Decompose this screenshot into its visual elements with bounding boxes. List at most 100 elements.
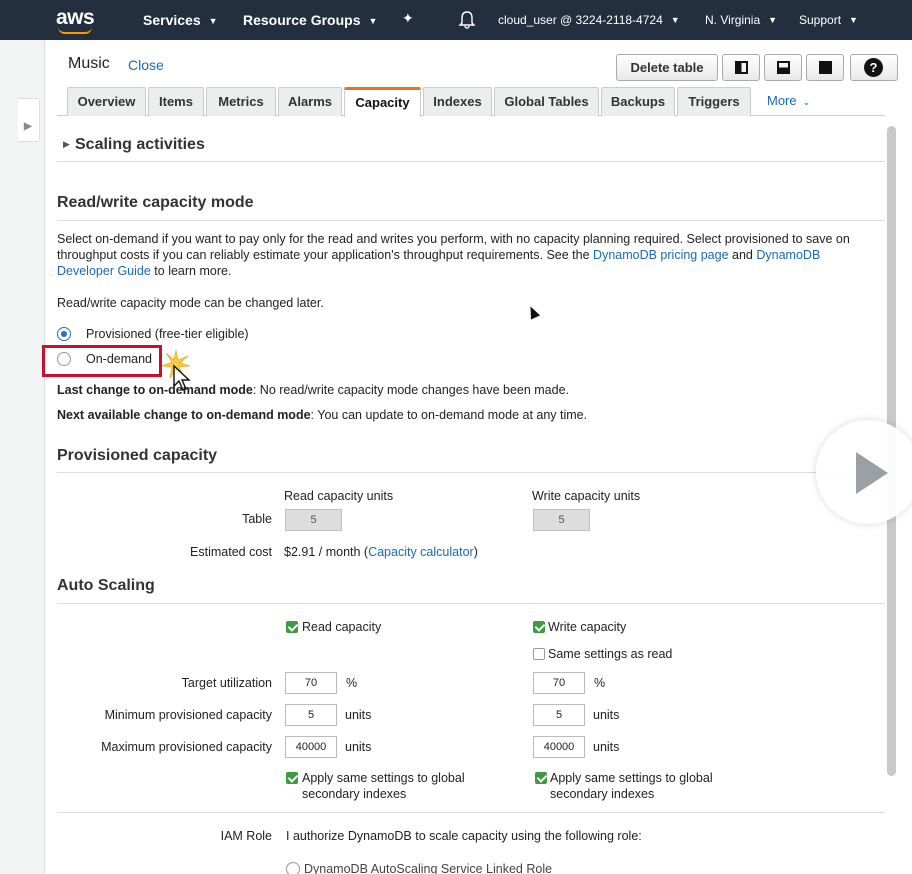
rw-mode-heading: Read/write capacity mode	[57, 194, 254, 211]
services-label: Services	[143, 12, 201, 28]
tab-more-label: More	[767, 93, 797, 108]
changeable-note: Read/write capacity mode can be changed …	[57, 296, 324, 310]
resource-groups-label: Resource Groups	[243, 12, 361, 28]
cost-amount: $2.91 / month (	[284, 545, 369, 559]
tab-capacity[interactable]: Capacity	[344, 87, 421, 117]
write-capacity-label[interactable]: Write capacity	[548, 620, 626, 634]
close-link[interactable]: Close	[128, 57, 164, 73]
pin-icon[interactable]: ✦	[402, 10, 414, 27]
tab-alarms[interactable]: Alarms	[278, 87, 342, 116]
provisioned-radio[interactable]	[57, 327, 71, 341]
aws-logo-smile	[58, 27, 92, 34]
target-utilization-label: Target utilization	[181, 676, 272, 690]
sidebar-expand-toggle[interactable]: ▶	[18, 98, 40, 142]
capacity-calculator-link[interactable]: Capacity calculator	[368, 545, 474, 559]
tab-overview[interactable]: Overview	[67, 87, 146, 116]
auto-scaling-heading: Auto Scaling	[57, 577, 155, 594]
resource-groups-menu[interactable]: Resource Groups ▼	[243, 12, 377, 28]
last-change-label: Last change to on-demand mode	[57, 383, 253, 397]
tab-triggers[interactable]: Triggers	[677, 87, 751, 116]
chevron-right-icon: ▶	[24, 121, 32, 132]
caret-right-icon[interactable]: ▶	[63, 139, 70, 150]
chevron-down-icon: ▼	[208, 16, 218, 26]
service-linked-role-radio[interactable]	[286, 862, 300, 874]
scaling-activities-toggle[interactable]: Scaling activities	[75, 136, 205, 154]
write-apply-global-label-1[interactable]: Apply same settings to global	[550, 771, 713, 785]
units-label: units	[345, 708, 372, 722]
read-min-capacity-input[interactable]: 5	[285, 704, 337, 726]
next-change-line: Next available change to on-demand mode:…	[57, 408, 587, 422]
provisioned-label[interactable]: Provisioned (free-tier eligible)	[86, 327, 249, 341]
support-label: Support	[799, 13, 842, 27]
pricing-page-link[interactable]: DynamoDB pricing page	[593, 248, 729, 262]
learn-more-text: to learn more.	[154, 264, 232, 278]
split-vertical-button[interactable]	[722, 54, 760, 81]
iam-role-text: I authorize DynamoDB to scale capacity u…	[286, 829, 642, 843]
read-capacity-checkbox[interactable]	[286, 621, 298, 633]
write-capacity-checkbox[interactable]	[533, 621, 545, 633]
read-max-capacity-input[interactable]: 40000	[285, 736, 337, 758]
write-units-header: Write capacity units	[532, 489, 641, 503]
rw-mode-description: Select on-demand if you want to pay only…	[57, 231, 877, 279]
read-apply-global-checkbox[interactable]	[286, 772, 298, 784]
service-linked-role-label[interactable]: DynamoDB AutoScaling Service Linked Role	[304, 862, 552, 874]
help-icon: ?	[864, 58, 883, 77]
sidebar-collapsed: ▶	[0, 40, 44, 874]
divider	[57, 472, 885, 473]
delete-table-button[interactable]: Delete table	[616, 54, 718, 81]
tab-indexes[interactable]: Indexes	[423, 87, 492, 116]
support-menu[interactable]: Support ▼	[799, 13, 858, 27]
account-label: cloud_user @ 3224-2118-4724	[498, 13, 663, 27]
full-view-button[interactable]	[806, 54, 844, 81]
split-left-icon	[735, 61, 748, 74]
chevron-down-icon: ▼	[768, 15, 778, 25]
region-menu[interactable]: N. Virginia ▼	[705, 13, 777, 27]
and-text: and	[732, 248, 753, 262]
table-row-label: Table	[242, 512, 272, 526]
account-menu[interactable]: cloud_user @ 3224-2118-4724 ▼	[498, 13, 680, 27]
on-demand-radio[interactable]	[57, 352, 71, 366]
full-panel-icon	[819, 61, 832, 74]
same-as-read-label[interactable]: Same settings as read	[548, 647, 672, 661]
write-capacity-units-input[interactable]: 5	[533, 509, 590, 531]
tab-backups[interactable]: Backups	[601, 87, 675, 116]
rw-mode-desc-text: Select on-demand if you want to pay only…	[57, 232, 850, 262]
write-apply-global-checkbox[interactable]	[535, 772, 547, 784]
tab-global-tables[interactable]: Global Tables	[494, 87, 599, 116]
read-units-header: Read capacity units	[284, 489, 394, 503]
same-as-read-checkbox[interactable]	[533, 648, 545, 660]
read-capacity-label[interactable]: Read capacity	[302, 620, 381, 634]
write-target-utilization-input[interactable]: 70	[533, 672, 585, 694]
next-change-label: Next available change to on-demand mode	[57, 408, 311, 422]
read-capacity-units-input[interactable]: 5	[285, 509, 342, 531]
bell-icon[interactable]	[458, 10, 476, 30]
on-demand-label[interactable]: On-demand	[86, 352, 152, 366]
tab-items[interactable]: Items	[148, 87, 204, 116]
units-label: units	[345, 740, 372, 754]
video-play-button[interactable]	[816, 420, 912, 524]
read-target-utilization-input[interactable]: 70	[285, 672, 337, 694]
write-max-capacity-input[interactable]: 40000	[533, 736, 585, 758]
next-change-value: : You can update to on-demand mode at an…	[310, 408, 588, 422]
min-capacity-label: Minimum provisioned capacity	[104, 708, 272, 722]
split-horizontal-button[interactable]	[764, 54, 802, 81]
tab-metrics[interactable]: Metrics	[206, 87, 276, 116]
divider	[57, 220, 885, 221]
chevron-down-icon: ⌄	[802, 97, 811, 107]
services-menu[interactable]: Services ▼	[143, 12, 218, 28]
chevron-down-icon: ▼	[368, 16, 378, 26]
write-apply-global-label-2[interactable]: secondary indexes	[550, 787, 654, 801]
units-label: units	[593, 740, 620, 754]
max-capacity-label: Maximum provisioned capacity	[101, 740, 272, 754]
read-apply-global-label-1[interactable]: Apply same settings to global	[302, 771, 465, 785]
last-change-line: Last change to on-demand mode: No read/w…	[57, 383, 569, 397]
percent-unit: %	[594, 676, 606, 690]
provisioned-capacity-heading: Provisioned capacity	[57, 447, 218, 464]
tab-more[interactable]: More ⌄	[767, 87, 827, 116]
region-label: N. Virginia	[705, 13, 761, 27]
read-apply-global-label-2[interactable]: secondary indexes	[302, 787, 406, 801]
estimated-cost-value: $2.91 / month (Capacity calculator)	[284, 545, 478, 559]
write-min-capacity-input[interactable]: 5	[533, 704, 585, 726]
chevron-down-icon: ▼	[849, 15, 858, 25]
percent-unit: %	[346, 676, 358, 690]
